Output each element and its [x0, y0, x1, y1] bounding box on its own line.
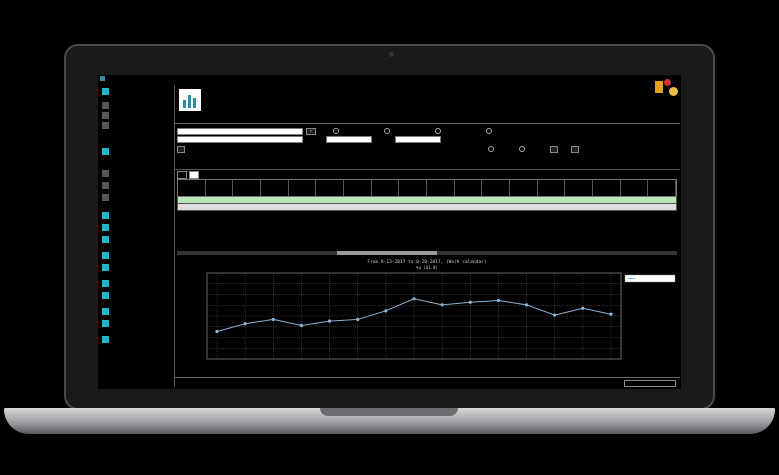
tab-chart[interactable] — [189, 171, 199, 179]
table-row[interactable] — [177, 197, 677, 204]
radio-option[interactable] — [383, 128, 392, 134]
sidebar-item[interactable] — [102, 111, 168, 119]
data-point — [384, 309, 388, 313]
sidebar-item[interactable] — [102, 193, 168, 201]
module-icon — [102, 279, 109, 287]
table-header — [177, 179, 677, 197]
sidebar-item[interactable] — [102, 263, 168, 271]
module-icon — [102, 101, 109, 109]
module-icon — [102, 169, 109, 177]
radio-option[interactable] — [434, 128, 443, 134]
sidebar-item[interactable] — [102, 319, 168, 327]
sidebar-item[interactable] — [102, 101, 168, 109]
sidebar-item[interactable] — [102, 251, 168, 259]
sidebar-item[interactable] — [102, 169, 168, 177]
tab-table[interactable] — [177, 171, 187, 179]
data-point — [215, 329, 219, 334]
chart-subtitle: %u (U1.0) — [416, 265, 438, 270]
data-point — [440, 303, 444, 307]
sidebar-item[interactable] — [102, 223, 168, 231]
apply-button[interactable] — [177, 145, 185, 153]
sidebar-item[interactable] — [102, 87, 168, 95]
data-point — [412, 297, 416, 301]
data-point — [243, 322, 247, 326]
trend-chart: From 8-13-2017 to 8-28-2017, (Work calen… — [177, 257, 677, 375]
data-point — [299, 323, 304, 328]
module-icon — [102, 121, 109, 129]
horizontal-scrollbar[interactable] — [177, 251, 677, 255]
sidebar-item[interactable] — [102, 291, 168, 299]
module-icon — [102, 111, 109, 119]
data-point — [609, 312, 613, 316]
module-icon — [102, 235, 109, 243]
radio-option[interactable] — [488, 146, 496, 152]
data-table — [177, 179, 677, 211]
report-logo — [179, 89, 201, 111]
window-titlebar — [98, 75, 681, 83]
data-point — [496, 298, 501, 303]
period-select[interactable] — [326, 135, 372, 143]
radio-option[interactable] — [519, 146, 527, 152]
footer-progress — [624, 380, 676, 387]
sidebar-item[interactable] — [102, 211, 168, 219]
data-point — [553, 313, 557, 317]
module-icon — [102, 193, 109, 201]
radio-option[interactable] — [485, 128, 494, 134]
sidebar-item[interactable] — [102, 147, 168, 155]
module-icon — [102, 147, 109, 155]
main-panel: ▾ From 8-13-2017 to 8-28-2017, (Work cal… — [174, 85, 680, 387]
export-button[interactable] — [550, 145, 558, 153]
module-icon — [102, 335, 109, 343]
trend-chart-svg: From 8-13-2017 to 8-28-2017, (Work calen… — [206, 259, 676, 360]
screen: ▾ From 8-13-2017 to 8-28-2017, (Work cal… — [98, 75, 681, 389]
data-point — [327, 319, 332, 323]
sidebar-item[interactable] — [102, 279, 168, 287]
sidebar-item[interactable] — [102, 235, 168, 243]
module-icon — [102, 291, 109, 299]
laptop-notch — [320, 408, 458, 416]
report-header — [175, 85, 680, 125]
data-point — [356, 317, 360, 322]
unit-select[interactable] — [395, 135, 441, 143]
sidebar-item[interactable] — [102, 335, 168, 343]
module-icon — [102, 181, 109, 189]
print-button[interactable] — [571, 145, 579, 153]
table-row[interactable] — [177, 204, 677, 211]
module-icon — [102, 211, 109, 219]
filter-form: ▾ — [175, 123, 680, 168]
sidebar — [98, 85, 170, 385]
module-icon — [102, 87, 109, 95]
date-to-input[interactable] — [177, 135, 303, 143]
chart-legend — [624, 274, 676, 283]
data-point — [524, 303, 529, 307]
module-icon — [102, 263, 109, 271]
data-point — [271, 317, 275, 322]
data-point — [581, 306, 585, 310]
webcam — [389, 52, 394, 57]
app-icon — [100, 76, 105, 81]
view-tabs — [177, 171, 199, 179]
sidebar-item[interactable] — [102, 307, 168, 315]
module-icon — [102, 223, 109, 231]
sidebar-item[interactable] — [102, 121, 168, 129]
date-from-input[interactable] — [177, 127, 303, 135]
radio-option[interactable] — [332, 128, 341, 134]
sidebar-item[interactable] — [102, 181, 168, 189]
module-icon — [102, 319, 109, 327]
module-icon — [102, 307, 109, 315]
status-bar — [175, 377, 680, 388]
calendar-button[interactable]: ▾ — [306, 127, 316, 135]
module-icon — [102, 251, 109, 259]
scroll-thumb[interactable] — [337, 251, 437, 255]
data-point — [468, 300, 472, 304]
